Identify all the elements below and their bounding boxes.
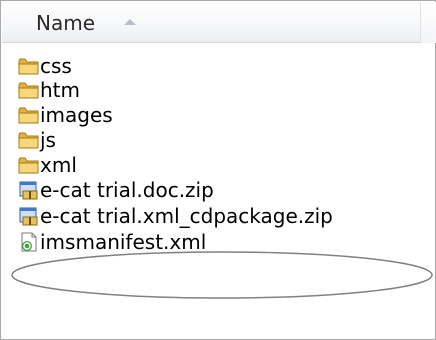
list-item[interactable]: e-cat trial.doc.zip <box>0 177 420 203</box>
folder-icon <box>18 132 39 149</box>
file-name: images <box>40 103 113 127</box>
zip-icon <box>19 181 38 200</box>
folder-icon <box>18 157 39 174</box>
zip-icon <box>19 207 38 226</box>
column-header-extra[interactable] <box>420 2 436 43</box>
file-name: e-cat trial.doc.zip <box>40 178 214 202</box>
folder-icon <box>18 58 39 75</box>
list-item[interactable]: e-cat trial.xml_cdpackage.zip <box>0 203 420 229</box>
file-name: js <box>40 128 56 152</box>
file-name: htm <box>40 78 80 102</box>
folder-icon <box>18 107 39 124</box>
file-name: e-cat trial.xml_cdpackage.zip <box>40 204 333 228</box>
list-item[interactable]: xml <box>0 152 420 178</box>
column-header-name[interactable]: Name <box>2 2 420 43</box>
folder-icon <box>18 82 39 99</box>
file-name: imsmanifest.xml <box>40 230 207 254</box>
list-item[interactable]: imsmanifest.xml <box>0 229 420 255</box>
list-item[interactable]: images <box>0 102 420 128</box>
list-item[interactable]: css <box>0 53 420 79</box>
xml-document-icon <box>21 232 37 252</box>
file-name: xml <box>40 153 77 177</box>
list-item[interactable]: js <box>0 127 420 153</box>
sort-ascending-icon <box>124 19 136 25</box>
list-item[interactable]: htm <box>0 77 420 103</box>
file-name: css <box>40 54 72 78</box>
column-header-label: Name <box>36 11 96 35</box>
